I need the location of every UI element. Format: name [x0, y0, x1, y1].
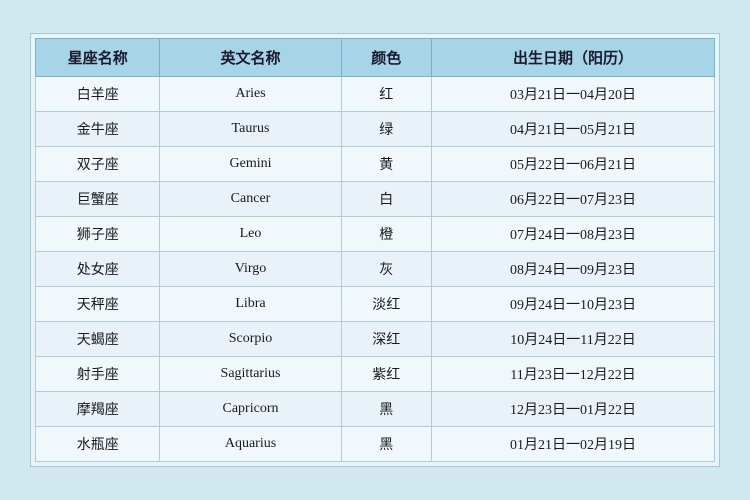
- cell-color: 紫红: [341, 357, 432, 392]
- cell-chinese: 巨蟹座: [36, 182, 160, 217]
- cell-date: 09月24日一10月23日: [432, 287, 715, 322]
- cell-color: 红: [341, 77, 432, 112]
- cell-english: Sagittarius: [160, 357, 341, 392]
- cell-chinese: 处女座: [36, 252, 160, 287]
- table-row: 狮子座Leo橙07月24日一08月23日: [36, 217, 715, 252]
- header-color: 颜色: [341, 39, 432, 77]
- cell-date: 04月21日一05月21日: [432, 112, 715, 147]
- cell-english: Libra: [160, 287, 341, 322]
- cell-chinese: 摩羯座: [36, 392, 160, 427]
- cell-english: Aquarius: [160, 427, 341, 462]
- table-row: 巨蟹座Cancer白06月22日一07月23日: [36, 182, 715, 217]
- cell-color: 绿: [341, 112, 432, 147]
- table-header-row: 星座名称 英文名称 颜色 出生日期（阳历）: [36, 39, 715, 77]
- table-row: 水瓶座Aquarius黑01月21日一02月19日: [36, 427, 715, 462]
- cell-chinese: 射手座: [36, 357, 160, 392]
- cell-english: Scorpio: [160, 322, 341, 357]
- table-row: 天秤座Libra淡红09月24日一10月23日: [36, 287, 715, 322]
- cell-color: 橙: [341, 217, 432, 252]
- table-row: 射手座Sagittarius紫红11月23日一12月22日: [36, 357, 715, 392]
- cell-chinese: 天秤座: [36, 287, 160, 322]
- cell-date: 11月23日一12月22日: [432, 357, 715, 392]
- header-english: 英文名称: [160, 39, 341, 77]
- cell-color: 黑: [341, 427, 432, 462]
- cell-chinese: 双子座: [36, 147, 160, 182]
- cell-color: 黄: [341, 147, 432, 182]
- cell-color: 黑: [341, 392, 432, 427]
- header-date: 出生日期（阳历）: [432, 39, 715, 77]
- cell-color: 深红: [341, 322, 432, 357]
- cell-date: 08月24日一09月23日: [432, 252, 715, 287]
- cell-chinese: 狮子座: [36, 217, 160, 252]
- cell-date: 03月21日一04月20日: [432, 77, 715, 112]
- cell-english: Aries: [160, 77, 341, 112]
- zodiac-table-container: 星座名称 英文名称 颜色 出生日期（阳历） 白羊座Aries红03月21日一04…: [30, 33, 720, 467]
- header-chinese: 星座名称: [36, 39, 160, 77]
- table-row: 处女座Virgo灰08月24日一09月23日: [36, 252, 715, 287]
- cell-english: Virgo: [160, 252, 341, 287]
- cell-english: Cancer: [160, 182, 341, 217]
- table-row: 摩羯座Capricorn黑12月23日一01月22日: [36, 392, 715, 427]
- cell-chinese: 白羊座: [36, 77, 160, 112]
- table-body: 白羊座Aries红03月21日一04月20日金牛座Taurus绿04月21日一0…: [36, 77, 715, 462]
- cell-date: 12月23日一01月22日: [432, 392, 715, 427]
- cell-chinese: 天蝎座: [36, 322, 160, 357]
- table-row: 金牛座Taurus绿04月21日一05月21日: [36, 112, 715, 147]
- cell-color: 淡红: [341, 287, 432, 322]
- cell-chinese: 金牛座: [36, 112, 160, 147]
- cell-english: Taurus: [160, 112, 341, 147]
- table-row: 双子座Gemini黄05月22日一06月21日: [36, 147, 715, 182]
- cell-chinese: 水瓶座: [36, 427, 160, 462]
- cell-color: 白: [341, 182, 432, 217]
- cell-date: 01月21日一02月19日: [432, 427, 715, 462]
- table-row: 白羊座Aries红03月21日一04月20日: [36, 77, 715, 112]
- table-row: 天蝎座Scorpio深红10月24日一11月22日: [36, 322, 715, 357]
- cell-date: 06月22日一07月23日: [432, 182, 715, 217]
- cell-english: Leo: [160, 217, 341, 252]
- zodiac-table: 星座名称 英文名称 颜色 出生日期（阳历） 白羊座Aries红03月21日一04…: [35, 38, 715, 462]
- cell-english: Capricorn: [160, 392, 341, 427]
- cell-english: Gemini: [160, 147, 341, 182]
- cell-color: 灰: [341, 252, 432, 287]
- cell-date: 07月24日一08月23日: [432, 217, 715, 252]
- cell-date: 10月24日一11月22日: [432, 322, 715, 357]
- cell-date: 05月22日一06月21日: [432, 147, 715, 182]
